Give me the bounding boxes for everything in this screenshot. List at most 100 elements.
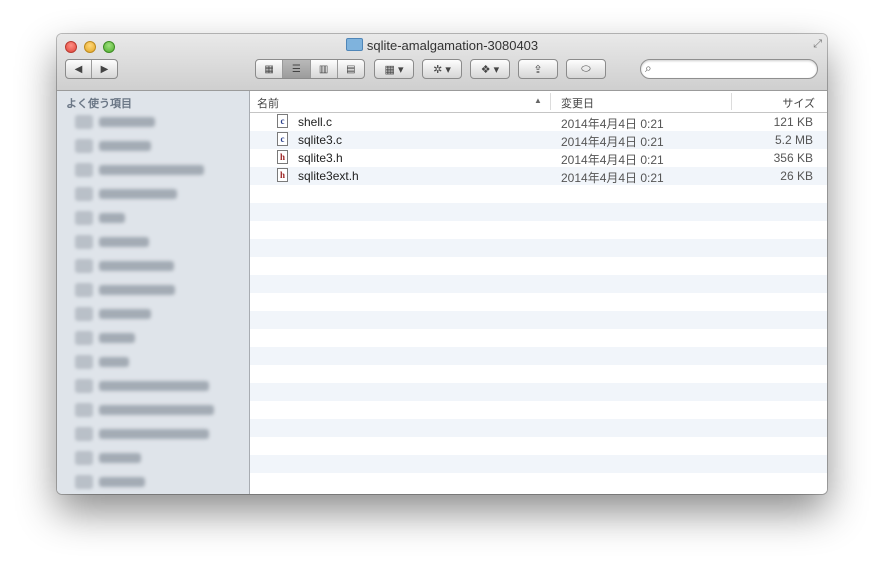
sidebar-item-icon xyxy=(75,307,93,321)
empty-row xyxy=(250,293,827,311)
empty-row xyxy=(250,455,827,473)
file-date: 2014年4月4日 0:21 xyxy=(561,153,664,167)
sidebar-item-label-redacted xyxy=(99,357,129,367)
share-button[interactable]: ⇪ xyxy=(518,59,558,79)
sidebar-item[interactable] xyxy=(75,186,177,202)
sidebar-item-icon xyxy=(75,259,93,273)
sidebar-item[interactable] xyxy=(75,234,149,250)
folder-icon xyxy=(345,38,363,51)
empty-row xyxy=(250,383,827,401)
file-size: 121 KB xyxy=(773,115,813,129)
sidebar-item-label-redacted xyxy=(99,237,149,247)
titlebar: sqlite-amalgamation-3080403 ⤢ ◀ ▶ ▦ ☰ ▥ … xyxy=(57,34,827,91)
empty-row xyxy=(250,257,827,275)
empty-row xyxy=(250,401,827,419)
sidebar-item-label-redacted xyxy=(99,141,151,151)
header-file-icon: h xyxy=(277,150,288,164)
sidebar-item-icon xyxy=(75,211,93,225)
tags-button[interactable]: ⬭ xyxy=(566,59,606,79)
forward-button[interactable]: ▶ xyxy=(92,60,117,78)
sidebar-item-icon xyxy=(75,475,93,489)
sidebar-item-label-redacted xyxy=(99,117,155,127)
empty-row xyxy=(250,329,827,347)
file-name: sqlite3ext.h xyxy=(298,169,359,183)
column-view-button[interactable]: ▥ xyxy=(311,60,338,78)
sidebar-item-icon xyxy=(75,187,93,201)
sidebar-item[interactable] xyxy=(75,450,141,466)
empty-row xyxy=(250,203,827,221)
column-divider[interactable] xyxy=(731,93,732,110)
sidebar-item-label-redacted xyxy=(99,405,214,415)
sidebar-item[interactable] xyxy=(75,210,125,226)
column-divider[interactable] xyxy=(550,93,551,110)
file-size: 356 KB xyxy=(773,151,813,165)
sidebar-item[interactable] xyxy=(75,306,151,322)
empty-row xyxy=(250,311,827,329)
sidebar-item[interactable] xyxy=(75,282,175,298)
sort-ascending-icon: ▲ xyxy=(534,96,542,105)
file-name: shell.c xyxy=(298,115,333,129)
sidebar-item-label-redacted xyxy=(99,477,145,487)
arrange-menu-button[interactable]: ▦ ▾ xyxy=(374,59,414,79)
empty-row xyxy=(250,275,827,293)
sidebar-header-favorites: よく使う項目 xyxy=(66,98,132,110)
file-row[interactable]: h sqlite3.h 2014年4月4日 0:21 356 KB xyxy=(250,149,827,167)
file-size: 5.2 MB xyxy=(774,133,813,147)
dropbox-menu-button[interactable]: ❖ ▾ xyxy=(470,59,510,79)
finder-window: sqlite-amalgamation-3080403 ⤢ ◀ ▶ ▦ ☰ ▥ … xyxy=(57,34,827,494)
sidebar-item-label-redacted xyxy=(99,261,174,271)
list-view-button[interactable]: ☰ xyxy=(283,60,311,78)
file-list-pane: 名前 ▲ 変更日 サイズ c shell.c 2014年4月4日 0:21 121 K… xyxy=(250,91,827,494)
sidebar-item[interactable] xyxy=(75,402,214,418)
file-name: sqlite3.h xyxy=(298,151,343,165)
column-header-date[interactable]: 変更日 xyxy=(561,95,594,111)
sidebar-item-label-redacted xyxy=(99,381,209,391)
sidebar-item-icon xyxy=(75,139,93,153)
empty-row xyxy=(250,185,827,203)
search-input[interactable] xyxy=(661,61,815,79)
sidebar-item-label-redacted xyxy=(99,213,125,223)
file-row[interactable]: c sqlite3.c 2014年4月4日 0:21 5.2 MB xyxy=(250,131,827,149)
search-field[interactable]: ⌕ xyxy=(640,59,818,79)
sidebar: よく使う項目 xyxy=(57,91,250,494)
empty-row xyxy=(250,437,827,455)
sidebar-item-label-redacted xyxy=(99,189,177,199)
sidebar-item[interactable] xyxy=(75,474,145,490)
column-headers: 名前 ▲ 変更日 サイズ xyxy=(250,91,827,113)
coverflow-view-button[interactable]: ▤ xyxy=(338,60,364,78)
empty-row xyxy=(250,419,827,437)
sidebar-item-icon xyxy=(75,379,93,393)
sidebar-item[interactable] xyxy=(75,162,204,178)
sidebar-item[interactable] xyxy=(75,138,151,154)
empty-row xyxy=(250,365,827,383)
file-row[interactable]: h sqlite3ext.h 2014年4月4日 0:21 26 KB xyxy=(250,167,827,185)
sidebar-item[interactable] xyxy=(75,330,135,346)
icon-view-button[interactable]: ▦ xyxy=(256,60,284,78)
sidebar-item-label-redacted xyxy=(99,333,135,343)
sidebar-item[interactable] xyxy=(75,258,174,274)
back-button[interactable]: ◀ xyxy=(66,60,92,78)
sidebar-item[interactable] xyxy=(75,378,209,394)
file-name: sqlite3.c xyxy=(298,133,343,147)
sidebar-item-label-redacted xyxy=(99,429,209,439)
sidebar-item-icon xyxy=(75,355,93,369)
column-header-size[interactable]: サイズ xyxy=(782,95,815,111)
sidebar-item[interactable] xyxy=(75,114,155,130)
column-header-name[interactable]: 名前 xyxy=(257,95,279,111)
c-source-file-icon: c xyxy=(277,132,288,146)
sidebar-item[interactable] xyxy=(75,354,129,370)
sidebar-item-icon xyxy=(75,235,93,249)
sidebar-item-label-redacted xyxy=(99,285,175,295)
sidebar-item-icon xyxy=(75,403,93,417)
window-title-text: sqlite-amalgamation-3080403 xyxy=(366,38,539,53)
fullscreen-arrows-icon[interactable]: ⤢ xyxy=(813,38,822,51)
window-title: sqlite-amalgamation-3080403 xyxy=(57,38,827,54)
sidebar-item-label-redacted xyxy=(99,165,204,175)
c-source-file-icon: c xyxy=(277,114,288,128)
file-row[interactable]: c shell.c 2014年4月4日 0:21 121 KB xyxy=(250,113,827,131)
sidebar-item-icon xyxy=(75,163,93,177)
sidebar-item[interactable] xyxy=(75,426,209,442)
sidebar-item-icon xyxy=(75,451,93,465)
file-date: 2014年4月4日 0:21 xyxy=(561,135,664,149)
action-menu-button[interactable]: ✲ ▾ xyxy=(422,59,462,79)
